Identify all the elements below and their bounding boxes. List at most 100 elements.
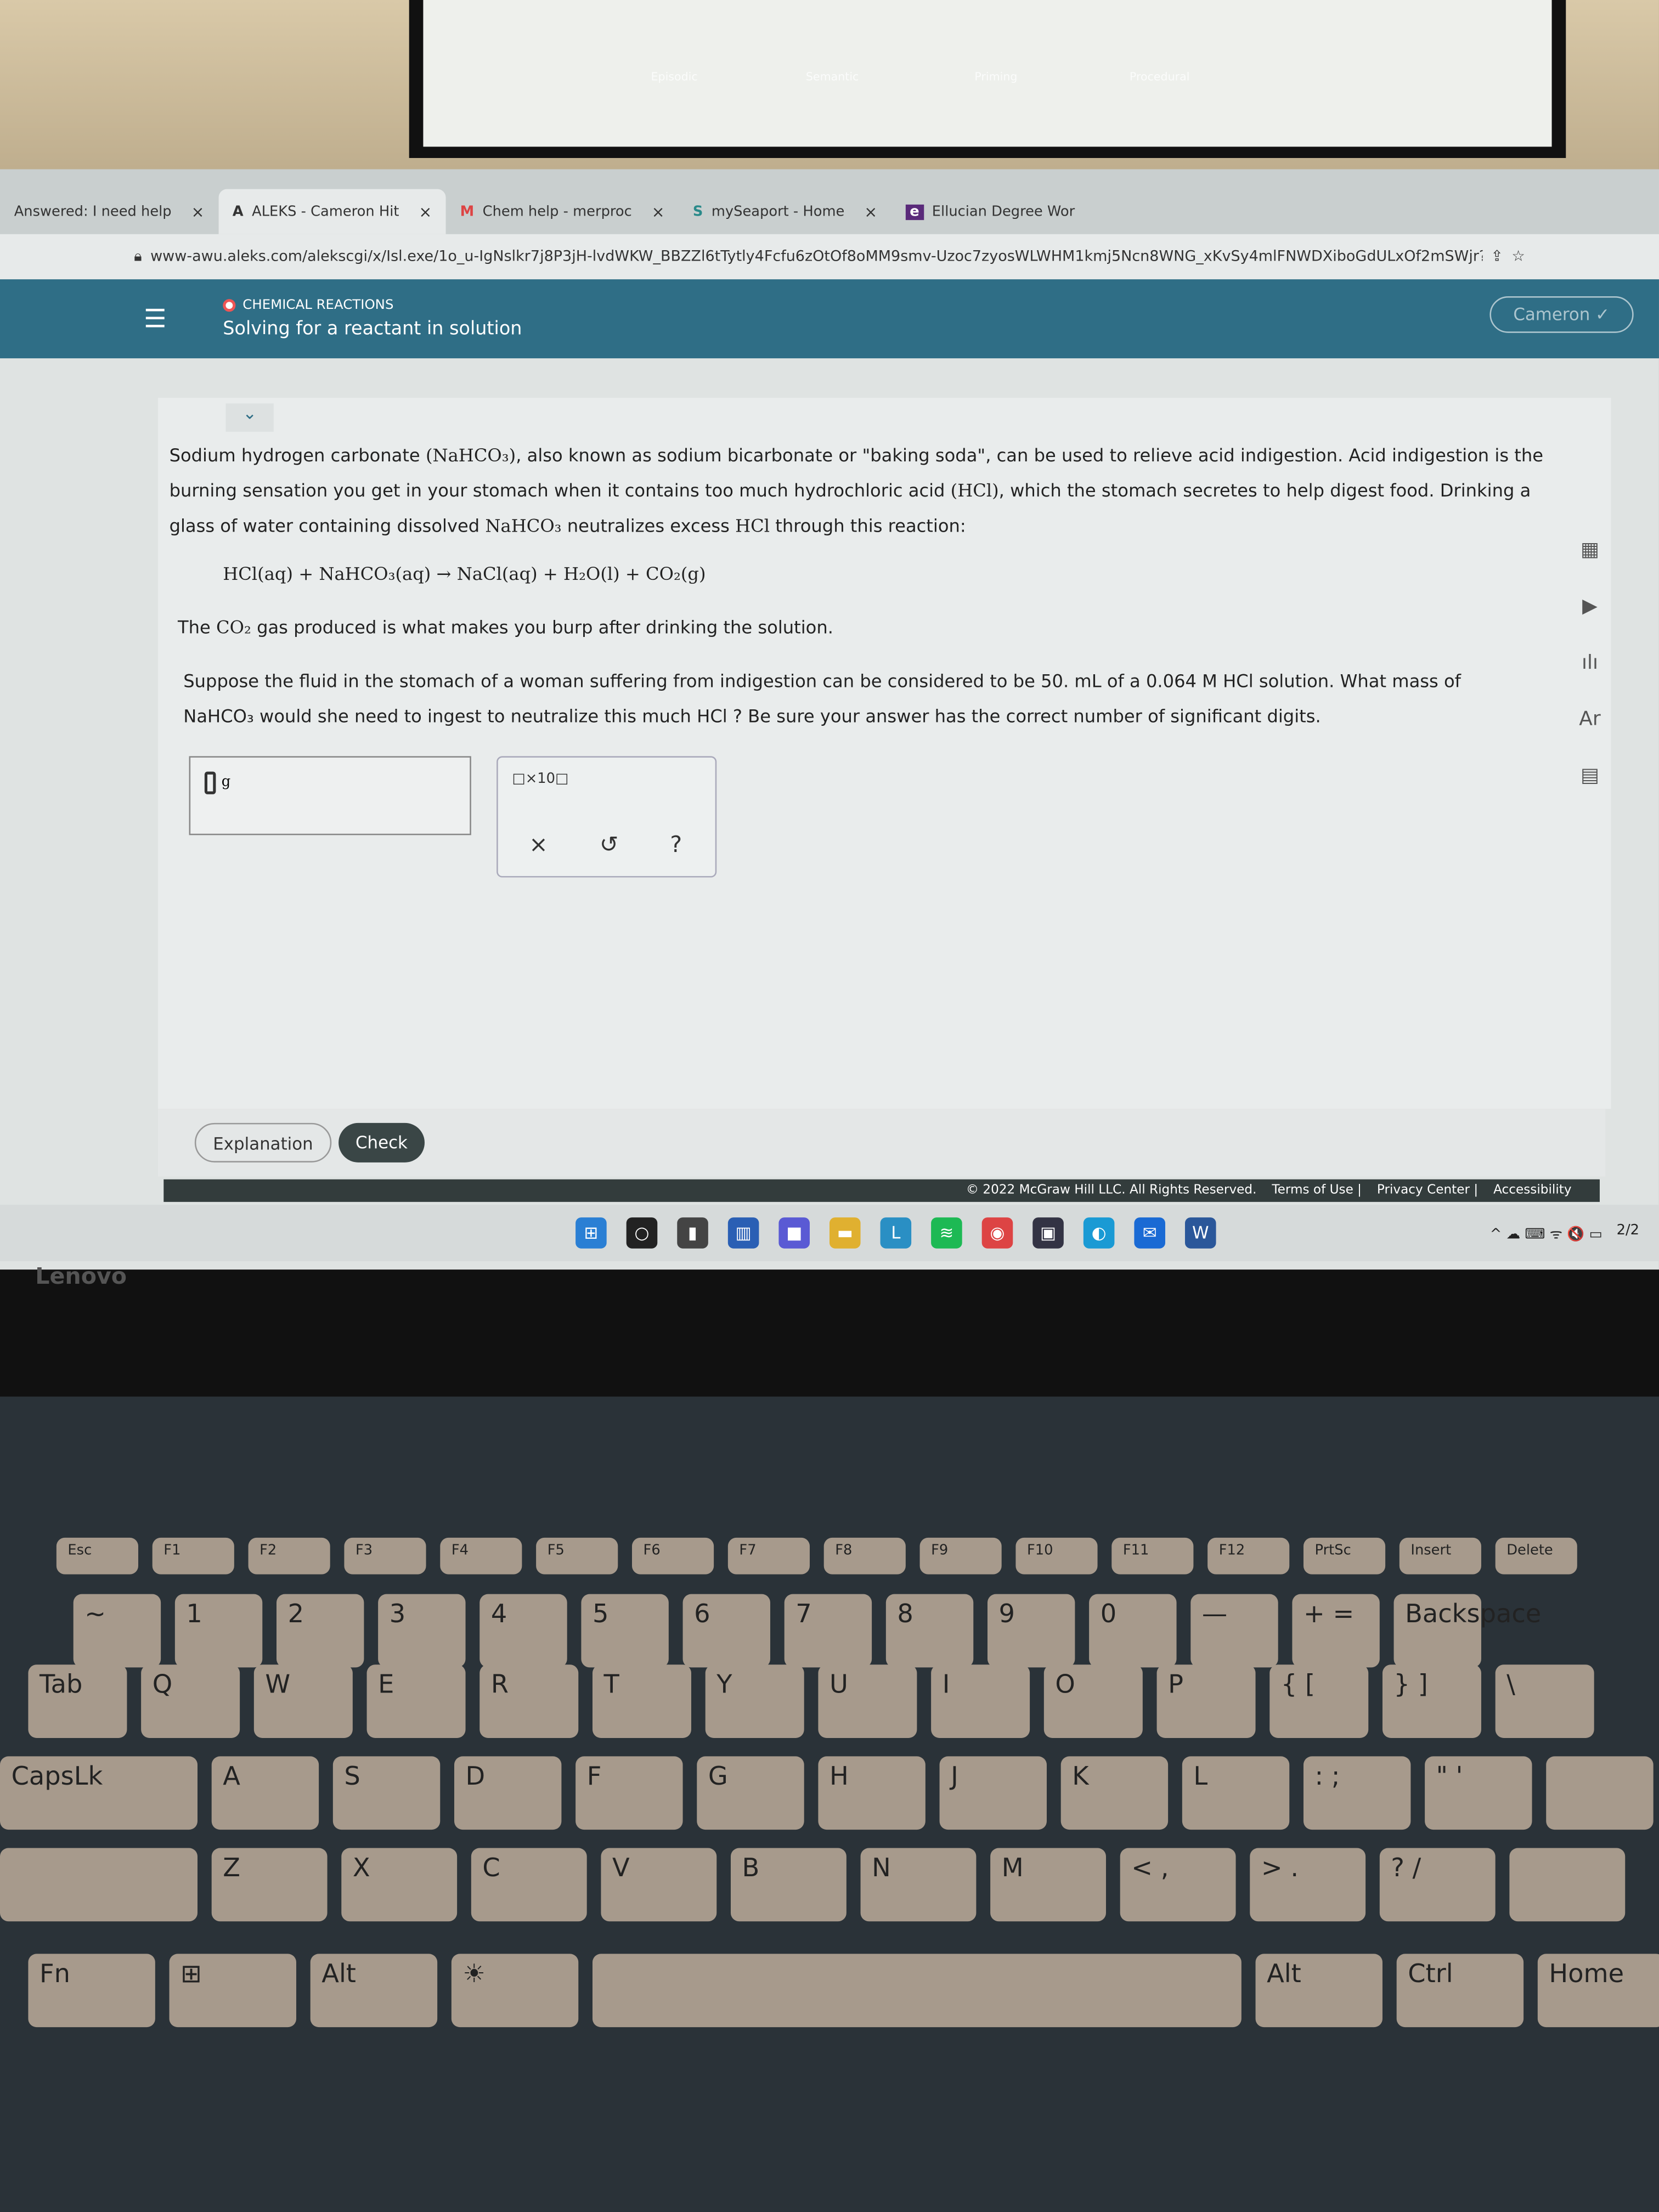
key[interactable]: G	[697, 1756, 804, 1830]
close-icon[interactable]: ×	[419, 202, 432, 221]
key[interactable]: PrtSc	[1303, 1537, 1386, 1575]
edge-icon[interactable]: ◐	[1083, 1217, 1115, 1249]
accessibility-link[interactable]: Accessibility	[1493, 1183, 1571, 1198]
key[interactable]: 3	[378, 1594, 466, 1668]
key[interactable]: F11	[1111, 1537, 1194, 1575]
key[interactable]: T	[592, 1664, 691, 1738]
key[interactable]: D	[454, 1756, 562, 1830]
key[interactable]: Alt	[310, 1954, 438, 2028]
system-tray[interactable]: ^ ☁ ⌨ ᯤ 🔇 ▭	[1490, 1223, 1602, 1243]
key[interactable]: Q	[141, 1664, 240, 1738]
widgets-icon[interactable]: ▥	[727, 1217, 759, 1249]
key[interactable]: H	[818, 1756, 926, 1830]
key[interactable]: V	[601, 1848, 717, 1922]
address-bar[interactable]: 🔒︎ www-awu.aleks.com/alekscgi/x/Isl.exe/…	[0, 234, 1659, 280]
key[interactable]: " '	[1425, 1756, 1532, 1830]
key[interactable]: 2	[276, 1594, 364, 1668]
key[interactable]: Backspace	[1393, 1594, 1541, 1668]
key[interactable]: 1	[174, 1594, 263, 1668]
chevron-down-icon[interactable]: ⌄	[225, 403, 274, 432]
tab-answered[interactable]: Answered: I need help ×	[0, 189, 218, 234]
key[interactable]: 0	[1089, 1594, 1177, 1668]
tab-aleks[interactable]: A ALEKS - Cameron Hit ×	[218, 189, 446, 234]
close-icon[interactable]: ×	[864, 202, 877, 221]
data-chart-icon[interactable]: ılı	[1568, 652, 1611, 708]
key[interactable]: S	[332, 1756, 441, 1830]
undo-button[interactable]: ↺	[600, 831, 618, 858]
key[interactable]: F12	[1207, 1537, 1290, 1575]
key[interactable]: + =	[1292, 1594, 1380, 1668]
video-icon[interactable]: ▶	[1568, 595, 1611, 652]
key[interactable]	[592, 1954, 1242, 2028]
l-app-icon[interactable]: L	[880, 1217, 912, 1249]
key[interactable]: Tab	[28, 1664, 127, 1738]
terms-link[interactable]: Terms of Use	[1272, 1183, 1353, 1198]
key[interactable]: C	[471, 1848, 587, 1922]
key[interactable]: B	[730, 1848, 847, 1922]
key[interactable]: Delete	[1495, 1537, 1577, 1575]
key[interactable]: Home	[1537, 1954, 1659, 2028]
key[interactable]: Fn	[28, 1954, 155, 2028]
key[interactable]: ⊞	[169, 1954, 296, 2028]
periodic-table-icon[interactable]: Ar	[1568, 708, 1611, 765]
key[interactable]: I	[931, 1664, 1030, 1738]
key[interactable]: N	[860, 1848, 977, 1922]
key[interactable]: F8	[823, 1537, 906, 1575]
key[interactable]	[0, 1848, 198, 1922]
key[interactable]: F1	[152, 1537, 234, 1575]
key[interactable]	[1509, 1848, 1626, 1922]
key[interactable]: Alt	[1255, 1954, 1383, 2028]
key[interactable]: A	[211, 1756, 319, 1830]
close-icon[interactable]: ×	[191, 202, 205, 221]
key[interactable]: X	[341, 1848, 458, 1922]
key[interactable]: { [	[1269, 1664, 1369, 1738]
key[interactable]: } ]	[1382, 1664, 1481, 1738]
key[interactable]: F6	[631, 1537, 714, 1575]
key[interactable]: 8	[885, 1594, 974, 1668]
teams-icon[interactable]: ■	[778, 1217, 810, 1249]
key[interactable]: F4	[440, 1537, 522, 1575]
answer-input[interactable]: g	[189, 756, 471, 836]
key[interactable]: U	[818, 1664, 917, 1738]
file-explorer-icon[interactable]: ▬	[829, 1217, 861, 1249]
key[interactable]: > .	[1250, 1848, 1366, 1922]
tab-ellucian[interactable]: e Ellucian Degree Wor	[891, 189, 1089, 234]
key[interactable]: ~	[73, 1594, 161, 1668]
spotify-icon[interactable]: ≋	[931, 1217, 962, 1249]
key[interactable]: 6	[682, 1594, 770, 1668]
key[interactable]: Esc	[56, 1537, 138, 1575]
key[interactable]: CapsLk	[0, 1756, 198, 1830]
task-view-icon[interactable]: ▮	[677, 1217, 708, 1249]
key[interactable]: F3	[344, 1537, 426, 1575]
search-icon[interactable]: ○	[626, 1217, 658, 1249]
key[interactable]: R	[479, 1664, 579, 1738]
key[interactable]: J	[939, 1756, 1047, 1830]
key[interactable]: Z	[211, 1848, 328, 1922]
windows-icon[interactable]: ⊞	[575, 1217, 607, 1249]
key[interactable]: F9	[919, 1537, 1002, 1575]
key[interactable]: ☀	[451, 1954, 579, 2028]
key[interactable]	[1546, 1756, 1654, 1830]
key[interactable]: 5	[581, 1594, 669, 1668]
key[interactable]: \	[1495, 1664, 1594, 1738]
star-icon[interactable]: ☆	[1511, 249, 1525, 266]
key[interactable]: 9	[987, 1594, 1075, 1668]
key[interactable]: Insert	[1399, 1537, 1481, 1575]
key[interactable]: F2	[248, 1537, 330, 1575]
reference-icon[interactable]: ▤	[1568, 765, 1611, 821]
key[interactable]: < ,	[1120, 1848, 1236, 1922]
key[interactable]: E	[366, 1664, 466, 1738]
key[interactable]: ? /	[1379, 1848, 1496, 1922]
key[interactable]: —	[1190, 1594, 1278, 1668]
key[interactable]: W	[253, 1664, 353, 1738]
key[interactable]: L	[1182, 1756, 1290, 1830]
key[interactable]: : ;	[1303, 1756, 1411, 1830]
key[interactable]: F10	[1015, 1537, 1098, 1575]
tab-gmail[interactable]: M Chem help - merproc ×	[446, 189, 679, 234]
store-icon[interactable]: ▣	[1032, 1217, 1064, 1249]
key[interactable]: K	[1060, 1756, 1169, 1830]
calculator-icon[interactable]: ▦	[1568, 539, 1611, 595]
scientific-notation-button[interactable]: □×10□	[512, 772, 568, 787]
key[interactable]: P	[1156, 1664, 1256, 1738]
share-icon[interactable]: ⇪	[1491, 249, 1503, 266]
